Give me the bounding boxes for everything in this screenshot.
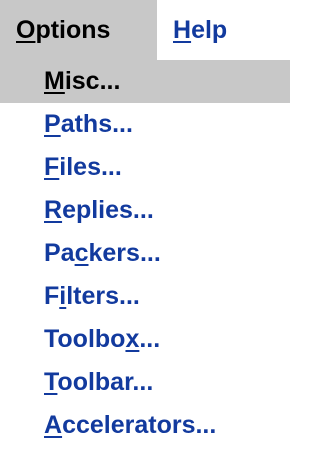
menu-item-toolbar[interactable]: Toolbar... [0, 361, 290, 404]
menu-item-prefix: Pa [44, 239, 75, 267]
menu-item-suffix: kers... [88, 239, 161, 267]
menu-item-files[interactable]: Files... [0, 146, 290, 189]
menu-help-suffix: elp [191, 16, 228, 44]
menu-item-toolbox[interactable]: Toolbox... [0, 318, 290, 361]
menu-item-filters[interactable]: Filters... [0, 275, 290, 318]
menu-options-accelerator: O [16, 16, 36, 44]
menu-options[interactable]: Options [0, 0, 157, 60]
menu-item-prefix: Toolbo [44, 325, 126, 353]
menu-options-suffix: ptions [35, 16, 111, 44]
options-dropdown: Misc... Paths... Files... Replies... Pac… [0, 60, 290, 453]
menu-help-accelerator: H [173, 16, 192, 44]
menu-item-accelerator: F [44, 153, 60, 181]
menu-item-accelerator: R [44, 196, 63, 224]
menu-help[interactable]: Help [157, 0, 257, 60]
menu-item-suffix: lters... [66, 282, 140, 310]
menu-item-suffix: eplies... [62, 196, 154, 224]
menu-item-suffix: ccelerators... [62, 411, 217, 439]
menu-item-replies[interactable]: Replies... [0, 189, 290, 232]
menu-item-suffix: isc... [64, 67, 121, 95]
menu-item-accelerators[interactable]: Accelerators... [0, 404, 290, 447]
menu-item-suffix: ... [139, 325, 161, 353]
menu-item-suffix: aths... [60, 110, 133, 138]
menu-item-packers[interactable]: Packers... [0, 232, 290, 275]
menu-item-suffix: iles... [59, 153, 122, 181]
menu-item-accelerator: T [44, 368, 58, 396]
menu-bar: Options Help [0, 0, 290, 60]
menu-item-prefix: F [44, 282, 60, 310]
menu-item-paths[interactable]: Paths... [0, 103, 290, 146]
screen: Options Help Misc... Paths... Files... R… [0, 0, 290, 453]
menu-item-accelerator: x [125, 325, 140, 353]
menu-item-accelerator: c [74, 239, 89, 267]
menu-item-accelerator: M [44, 67, 65, 95]
menu-item-accelerator: P [44, 110, 61, 138]
menu-item-accelerator: A [44, 411, 63, 439]
menu-item-suffix: oolbar... [57, 368, 154, 396]
menu-item-misc[interactable]: Misc... [0, 60, 290, 103]
